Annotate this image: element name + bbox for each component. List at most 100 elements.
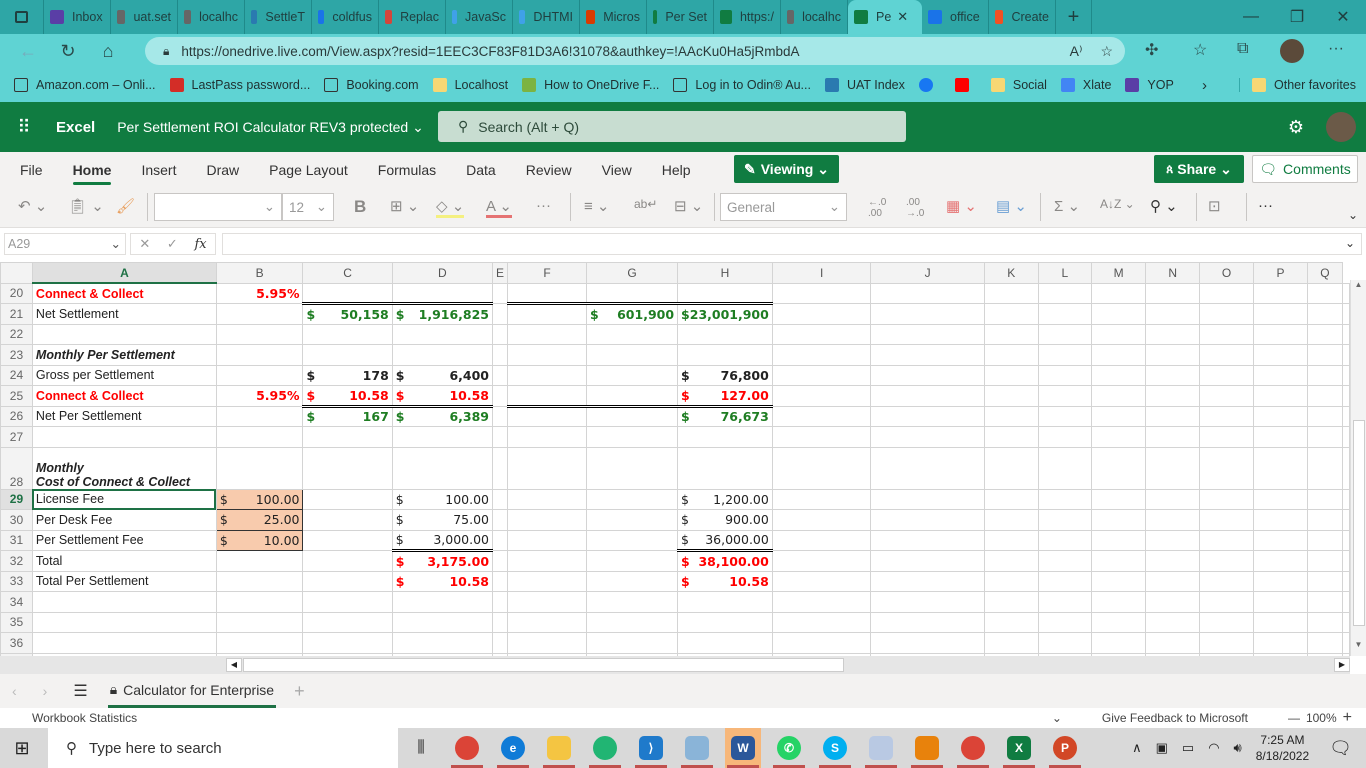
cell[interactable] [1199,488,1255,510]
number-format-dropdown[interactable]: General ⌄ [720,193,847,221]
app-icon[interactable] [587,728,623,768]
cell[interactable] [302,632,393,654]
ribbon-tab-data[interactable]: Data [466,152,496,188]
column-header[interactable]: D [391,262,494,284]
cell[interactable]: Connect & Collect [31,282,217,304]
scroll-down-icon[interactable]: ▼ [1351,640,1366,656]
cell[interactable] [1091,611,1147,633]
cell[interactable] [1199,591,1255,613]
column-header[interactable]: K [983,262,1039,284]
font-name-dropdown[interactable]: ⌄ [154,193,282,221]
viewing-mode-button[interactable]: ✎ Viewing ⌄ [734,155,839,183]
cell[interactable]: $3,175.00 [391,549,494,572]
cell[interactable] [1306,550,1344,572]
cell[interactable]: Total Per Settlement [31,570,217,592]
name-box[interactable]: A29 ⌄ [4,233,126,255]
cell[interactable] [870,344,985,366]
cell[interactable] [215,632,304,654]
cell[interactable] [585,550,679,572]
more-commands-icon[interactable]: ··· [1258,197,1273,214]
cell[interactable] [870,385,985,407]
cell[interactable] [771,426,872,448]
browser-tab[interactable]: Pe ✕ [848,0,922,34]
cell[interactable] [1145,488,1201,510]
browser-tab[interactable]: office [922,0,989,34]
cell[interactable] [1199,323,1255,345]
row-header[interactable]: 30 [0,509,33,531]
row-header[interactable]: 25 [0,385,33,407]
chrome-profile-icon[interactable] [955,728,991,768]
browser-tab[interactable]: uat.set [111,0,178,34]
cell[interactable] [302,529,393,551]
refresh-button[interactable]: ↻ [48,34,88,68]
format-table-icon[interactable]: ▤ ⌄ [996,197,1027,215]
cell[interactable] [983,591,1039,613]
read-aloud-icon[interactable]: A⁾ [1070,43,1083,60]
cell[interactable] [771,323,872,345]
cell[interactable]: $6,389 [391,404,494,427]
cell[interactable] [1306,570,1344,592]
cell[interactable] [1145,282,1201,304]
app-launcher-icon[interactable]: ⠿ [0,117,46,138]
row-header[interactable]: 23 [0,344,33,366]
analyze-data-icon[interactable]: ⊡ [1208,197,1221,215]
cell[interactable] [302,426,393,448]
skype-icon[interactable]: S [817,728,853,768]
cell[interactable] [31,632,217,654]
cell[interactable] [507,404,587,427]
cell[interactable] [870,570,985,592]
cell[interactable] [391,591,494,613]
row-header[interactable]: 36 [0,632,33,654]
cell[interactable] [1342,426,1350,448]
cell[interactable] [492,529,509,551]
cell[interactable] [1145,529,1201,551]
borders-icon[interactable]: ⊞ ⌄ [390,197,419,215]
browser-tab[interactable]: Replac [379,0,446,34]
cell[interactable]: $3,000.00 [391,529,494,551]
ribbon-tab-formulas[interactable]: Formulas [378,152,436,188]
bold-icon[interactable]: B [354,197,366,217]
cell[interactable]: Monthly Per Settlement [31,344,217,366]
sheet-tab-calculator[interactable]: 🔒︎ Calculator for Enterprise [107,674,277,708]
volume-icon[interactable]: 🔊︎ [1234,740,1242,756]
restore-button[interactable]: ❐ [1274,0,1320,34]
cell[interactable] [31,591,217,613]
insert-function-icon[interactable]: fx [194,237,206,252]
row-header[interactable]: 31 [0,529,33,551]
cell[interactable] [1037,591,1093,613]
select-all-corner[interactable] [0,262,33,284]
cell[interactable] [1091,509,1147,531]
merge-icon[interactable]: ⊟ ⌄ [674,197,703,215]
cell[interactable] [215,303,304,325]
row-header[interactable]: 21 [0,303,33,325]
cell[interactable] [983,529,1039,551]
cell[interactable] [302,570,393,592]
ribbon-tab-review[interactable]: Review [526,152,572,188]
undo-icon[interactable]: ↶ ⌄ [18,197,47,215]
cell[interactable] [1253,632,1308,654]
cell[interactable] [1306,529,1344,551]
cell[interactable]: $76,800 [677,364,773,386]
cell[interactable] [1199,550,1255,572]
cell[interactable] [585,323,679,345]
app-name[interactable]: Excel [56,119,95,136]
cell[interactable] [302,282,393,304]
cell[interactable] [1306,385,1344,407]
cell[interactable] [492,405,509,427]
column-header[interactable]: L [1037,262,1093,284]
bookmark-item[interactable]: How to OneDrive F... [522,78,659,92]
cell[interactable] [1306,282,1344,304]
cell[interactable] [1253,364,1308,386]
cell[interactable]: $10.58 [391,570,494,592]
cell[interactable] [1199,282,1255,304]
cell[interactable] [983,570,1039,592]
cell[interactable] [771,591,872,613]
cell[interactable] [1037,550,1093,572]
cell[interactable] [1037,570,1093,592]
cell[interactable] [1306,446,1344,490]
cell[interactable]: $38,100.00 [677,549,773,572]
task-view-icon[interactable]: ⫼ [403,728,439,768]
cell[interactable] [983,364,1039,386]
browser-tab[interactable]: localhc [178,0,245,34]
cell[interactable] [1145,550,1201,572]
